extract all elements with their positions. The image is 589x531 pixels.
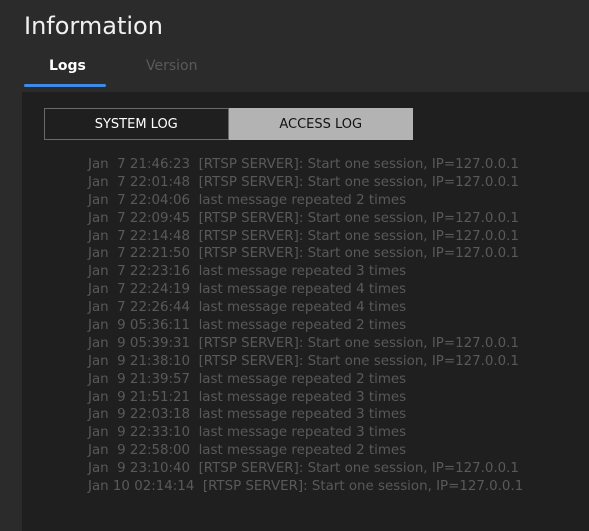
log-line: Jan 7 22:04:06 last message repeated 2 t… xyxy=(88,192,407,208)
log-line: Jan 7 22:26:44 last message repeated 4 t… xyxy=(88,300,407,316)
log-line: Jan 9 05:39:31 [RTSP SERVER]: Start one … xyxy=(88,335,519,351)
system-log-button[interactable]: SYSTEM LOG xyxy=(44,108,229,140)
log-line: Jan 7 22:01:48 [RTSP SERVER]: Start one … xyxy=(88,174,519,190)
log-line: Jan 9 21:51:21 last message repeated 3 t… xyxy=(88,389,407,405)
log-line: Jan 9 21:38:10 [RTSP SERVER]: Start one … xyxy=(88,353,519,369)
active-tab-indicator xyxy=(24,84,106,87)
tab-version[interactable]: Version xyxy=(146,58,197,74)
log-line: Jan 7 22:21:50 [RTSP SERVER]: Start one … xyxy=(88,246,519,262)
log-line: Jan 9 22:58:00 last message repeated 2 t… xyxy=(88,443,407,459)
log-line: Jan 7 22:24:19 last message repeated 4 t… xyxy=(88,282,407,298)
logs-panel: SYSTEM LOG ACCESS LOG Jan 7 21:46:23 [RT… xyxy=(22,92,589,531)
log-line: Jan 9 05:36:11 last message repeated 2 t… xyxy=(88,318,407,334)
log-line: Jan 7 22:14:48 [RTSP SERVER]: Start one … xyxy=(88,228,519,244)
log-line: Jan 7 22:23:16 last message repeated 3 t… xyxy=(88,264,407,280)
log-line: Jan 7 21:46:23 [RTSP SERVER]: Start one … xyxy=(88,157,519,172)
information-window: Information Logs Version SYSTEM LOG ACCE… xyxy=(0,0,589,531)
tab-logs[interactable]: Logs xyxy=(49,58,86,74)
tab-bar: Logs Version xyxy=(0,50,589,90)
log-line: Jan 9 21:39:57 last message repeated 2 t… xyxy=(88,371,407,387)
log-line: Jan 9 23:10:40 [RTSP SERVER]: Start one … xyxy=(88,461,519,477)
log-line: Jan 10 02:14:14 [RTSP SERVER]: Start one… xyxy=(88,479,524,495)
log-type-toggle: SYSTEM LOG ACCESS LOG xyxy=(44,108,413,140)
log-list: Jan 7 21:46:23 [RTSP SERVER]: Start one … xyxy=(88,156,523,496)
log-line: Jan 9 22:03:18 last message repeated 3 t… xyxy=(88,407,407,423)
log-line: Jan 9 22:33:10 last message repeated 3 t… xyxy=(88,425,407,441)
log-line: Jan 7 22:09:45 [RTSP SERVER]: Start one … xyxy=(88,210,519,226)
page-title: Information xyxy=(24,12,163,40)
access-log-button[interactable]: ACCESS LOG xyxy=(228,108,413,140)
